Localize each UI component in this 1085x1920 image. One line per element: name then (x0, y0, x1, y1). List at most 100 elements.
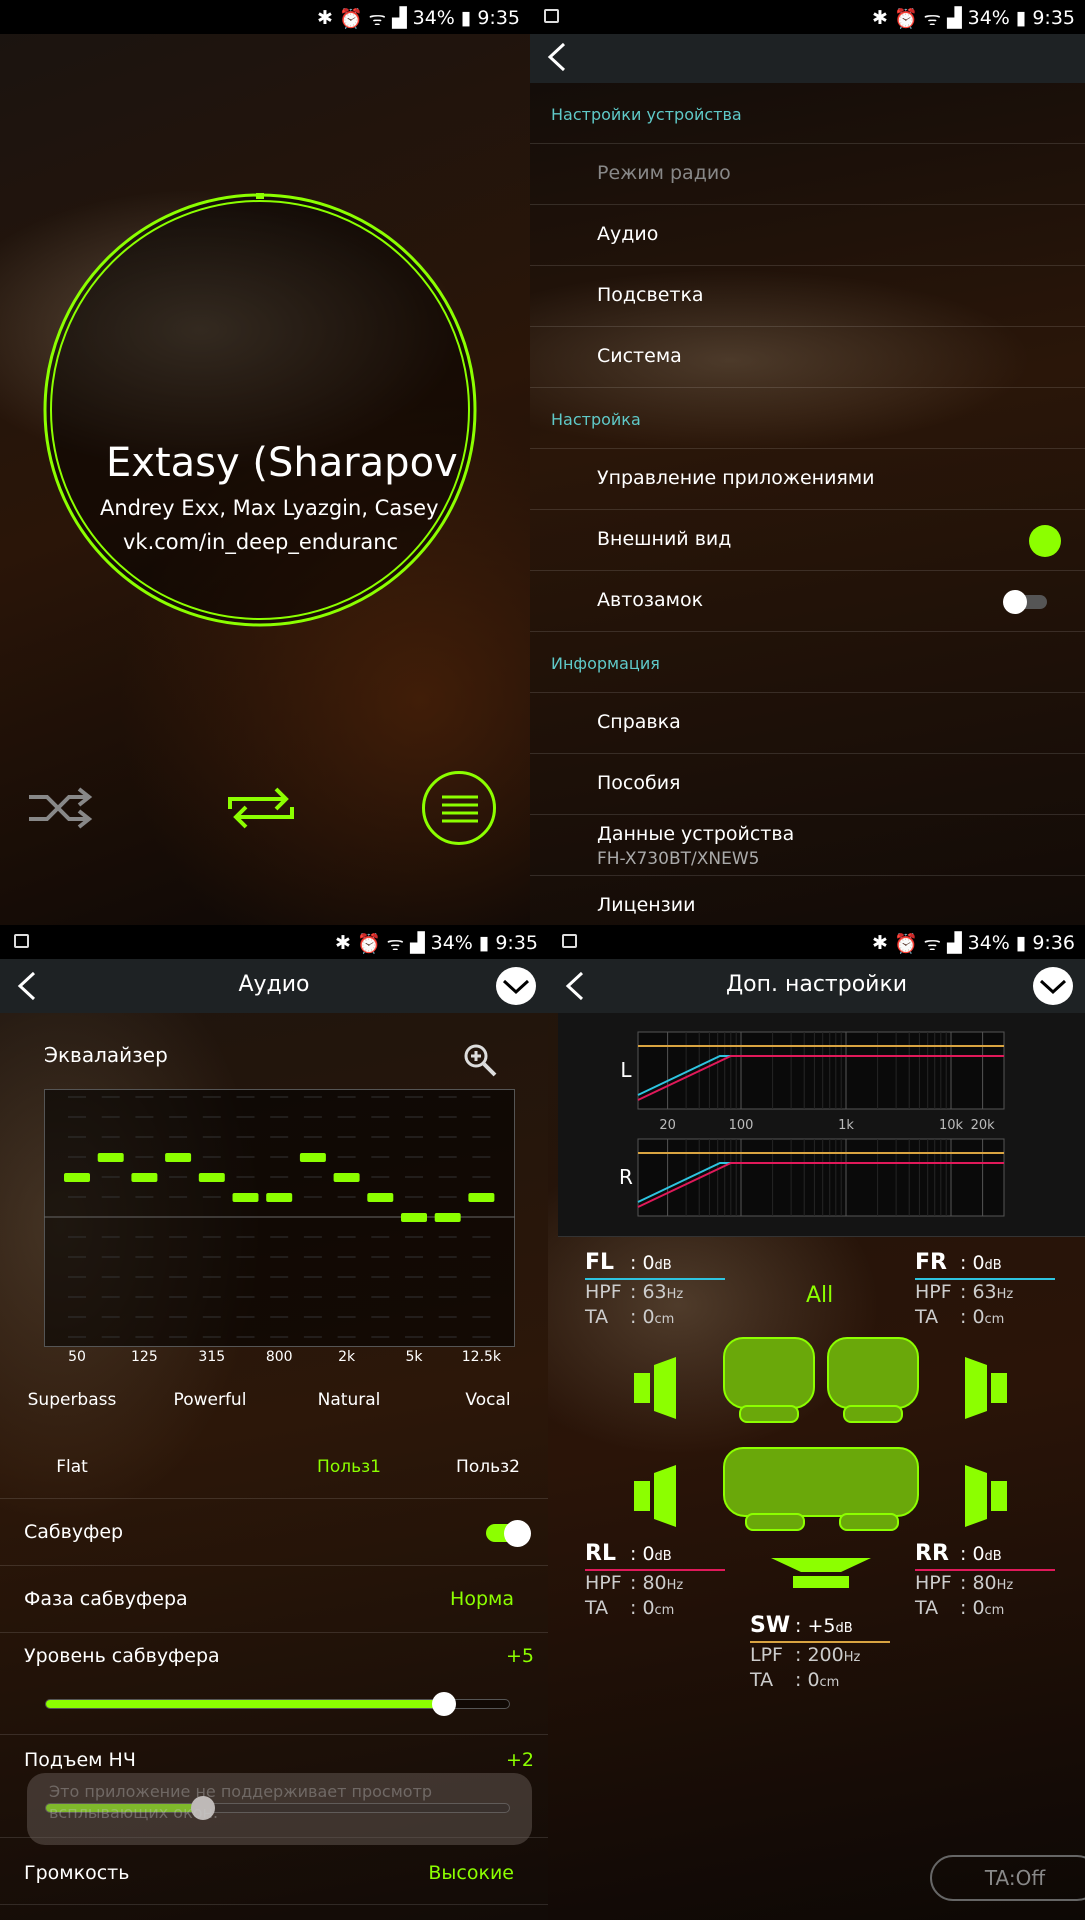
alarm-icon: ⏰ (893, 932, 918, 955)
status-bar: ✱ ⏰ ᯤ ▟ 34% ▮ 9:36 (548, 925, 1085, 959)
repeat-icon[interactable] (226, 785, 296, 831)
unit: dB (835, 1621, 853, 1636)
item-label: Данные устройства (597, 823, 795, 845)
subwoofer-speaker-icon[interactable] (771, 1558, 871, 1602)
back-button[interactable] (544, 42, 568, 72)
channel-fl-info[interactable]: FL: 0dB HPF: 63Hz TA: 0cm (585, 1251, 725, 1331)
advanced-settings-screen: ✱ ⏰ ᯤ ▟ 34% ▮ 9:36 Доп. настройки L R 20 100 1k 10k… (548, 925, 1085, 1920)
signal-icon: ▟ (947, 932, 962, 954)
clock: 9:35 (1032, 7, 1075, 29)
ta-value: : 0 (630, 1597, 655, 1619)
battery-icon: ▮ (1015, 7, 1027, 29)
unit: Hz (666, 1287, 684, 1302)
seat-rear[interactable] (723, 1447, 919, 1531)
channel-underline (750, 1641, 890, 1643)
channel-fr-info[interactable]: FR: 0dB HPF: 63Hz TA: 0cm (915, 1251, 1055, 1331)
speaker-front-right[interactable] (965, 1355, 1007, 1421)
subwoofer-toggle[interactable] (486, 1520, 531, 1547)
page-title: Доп. настройки (725, 972, 908, 997)
autolock-toggle[interactable] (1003, 590, 1047, 614)
settings-item[interactable]: Аудио (530, 205, 1085, 266)
bluetooth-icon: ✱ (872, 7, 888, 29)
channel-rl-info[interactable]: RL: 0dB HPF: 80Hz TA: 0cm (585, 1542, 725, 1622)
battery-icon: ▮ (1015, 932, 1027, 954)
wifi-icon: ᯤ (923, 933, 941, 955)
speaker-rear-left[interactable] (634, 1463, 676, 1529)
clock: 9:36 (1032, 932, 1075, 954)
seat-front-right[interactable] (827, 1337, 919, 1423)
channel-name: RR (915, 1541, 949, 1566)
sub-level-row: Уровень сабвуфера +5 (0, 1633, 548, 1735)
phase-label: Фаза сабвуфера (24, 1588, 188, 1610)
ta-value: : 0 (960, 1306, 985, 1328)
speaker-front-left[interactable] (634, 1355, 676, 1421)
settings-item[interactable]: Справка (530, 693, 1085, 754)
channel-level: : 0 (960, 1252, 985, 1274)
menu-button[interactable] (422, 771, 496, 845)
loudness-value: Высокие (428, 1862, 514, 1884)
theme-color-dot[interactable] (1029, 525, 1061, 557)
signal-icon: ▟ (947, 7, 962, 29)
bluetooth-icon: ✱ (872, 932, 888, 954)
battery-level: 34% (967, 932, 1010, 954)
ta-label: TA (750, 1669, 774, 1691)
unit: dB (654, 1549, 672, 1564)
graph-channel-label: R (619, 1165, 633, 1189)
channel-name: FR (915, 1250, 947, 1275)
settings-item[interactable]: Система (530, 327, 1085, 388)
unit: cm (654, 1312, 675, 1327)
channel-name: SW (750, 1613, 791, 1638)
unit: cm (819, 1675, 840, 1690)
settings-item[interactable]: Пособия (530, 754, 1085, 815)
item-label: Аудио (597, 223, 659, 245)
toast-message: Это приложение не поддерживает просмотр … (27, 1773, 532, 1845)
channel-underline (585, 1569, 725, 1571)
loudness-row[interactable]: Громкость Высокие (0, 1838, 548, 1905)
subwoofer-row: Сабвуфер (0, 1499, 548, 1566)
ta-toggle-button[interactable]: TA:Off (930, 1855, 1085, 1901)
bass-boost-label: Подъем НЧ (24, 1749, 136, 1771)
ta-label: TA (915, 1306, 939, 1328)
filter-type: HPF (915, 1572, 952, 1594)
section-header: Настройка (530, 388, 1085, 449)
speaker-rear-right[interactable] (965, 1463, 1007, 1529)
settings-item[interactable]: Внешний вид (530, 510, 1085, 571)
channel-level: : 0 (630, 1543, 655, 1565)
crossover-graph: L R 20 100 1k 10k 20k (619, 1031, 1005, 1217)
freq-tick-label: 10k (939, 1118, 964, 1133)
filter-type: HPF (585, 1572, 622, 1594)
settings-item[interactable]: Автозамок (530, 571, 1085, 632)
freq-tick-label: 100 (729, 1118, 754, 1133)
settings-item[interactable]: Лицензии (530, 876, 1085, 925)
sub-level-slider[interactable] (45, 1692, 510, 1716)
freq-tick-label: 1k (838, 1118, 854, 1133)
unit: Hz (666, 1578, 684, 1593)
wifi-icon: ᯤ (923, 8, 941, 30)
seat-front-left[interactable] (723, 1337, 815, 1423)
all-channels-label[interactable]: All (806, 1283, 833, 1308)
item-label: Информация (551, 654, 660, 673)
loudness-label: Громкость (24, 1862, 130, 1884)
image-icon (544, 9, 559, 23)
phase-row[interactable]: Фаза сабвуфера Норма (0, 1566, 548, 1633)
sub-level-label: Уровень сабвуфера (24, 1645, 220, 1667)
unit: Hz (843, 1650, 861, 1665)
settings-item[interactable]: Режим радио (530, 144, 1085, 205)
channel-rr-info[interactable]: RR: 0dB HPF: 80Hz TA: 0cm (915, 1542, 1055, 1622)
unit: dB (984, 1549, 1002, 1564)
ta-label: TA (585, 1597, 609, 1619)
collapse-button[interactable] (1033, 967, 1073, 1005)
channel-level: : +5 (795, 1615, 836, 1637)
settings-item[interactable]: Подсветка (530, 266, 1085, 327)
settings-item[interactable]: Управление приложениями (530, 449, 1085, 510)
channel-sw-info[interactable]: SW: +5dB LPF: 200Hz TA: 0cm (750, 1614, 890, 1694)
channel-name: RL (585, 1541, 616, 1566)
settings-item[interactable]: Данные устройства FH-X730BT/XNEW5 (530, 815, 1085, 876)
unit: dB (984, 1258, 1002, 1273)
graph-channel-label: L (620, 1058, 632, 1082)
channel-underline (585, 1278, 725, 1280)
shuffle-icon[interactable] (27, 785, 97, 831)
header-bar (530, 34, 1085, 83)
filter-type: LPF (750, 1644, 783, 1666)
filter-value: : 80 (630, 1572, 667, 1594)
